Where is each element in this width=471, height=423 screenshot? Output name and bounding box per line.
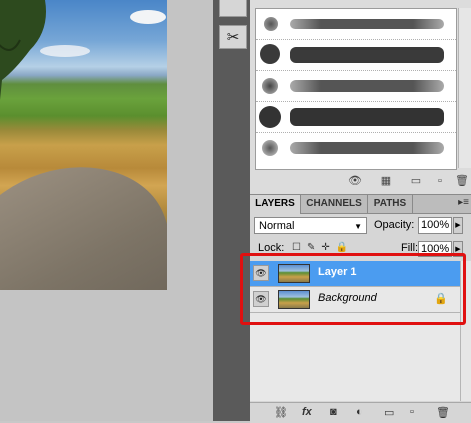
- new-layer-icon[interactable]: ▫: [410, 406, 414, 418]
- brush-preset[interactable]: [256, 71, 456, 102]
- opacity-field[interactable]: 100%: [418, 217, 452, 234]
- blend-mode-value: Normal: [259, 220, 295, 232]
- layer-row-background[interactable]: 👁 Background 🔒: [250, 287, 460, 313]
- opacity-label: Opacity:: [374, 219, 415, 231]
- adjustment-icon[interactable]: ◐: [356, 406, 363, 418]
- chevron-down-icon: ▼: [354, 222, 362, 231]
- brush-list-scrollbar[interactable]: [458, 8, 471, 168]
- lock-label: Lock:: [258, 242, 285, 254]
- eye-brush-icon[interactable]: 👁: [348, 175, 362, 187]
- layer-name: Background: [318, 292, 377, 304]
- brush-stroke: [290, 47, 444, 63]
- cloud: [130, 10, 166, 24]
- road: [0, 141, 167, 290]
- grid-icon[interactable]: ▦: [380, 175, 392, 187]
- brush-stroke: [290, 19, 444, 29]
- lock-icon: 🔒: [434, 293, 448, 305]
- brush-stroke: [290, 142, 444, 154]
- brush-tip: [262, 140, 278, 156]
- tool-button[interactable]: [219, 0, 247, 17]
- eye-icon[interactable]: 👁: [253, 291, 269, 307]
- tree: [0, 0, 46, 100]
- fill-label: Fill:: [401, 242, 419, 254]
- layer-name: Layer 1: [318, 266, 357, 278]
- brush-preset-list[interactable]: [255, 8, 457, 170]
- panel-menu-icon[interactable]: ▸≡: [458, 197, 469, 208]
- document-photo[interactable]: [0, 0, 167, 290]
- brush-tip: [262, 78, 278, 94]
- trash-icon[interactable]: 🗑: [455, 175, 469, 187]
- layer-row-layer-1[interactable]: 👁 Layer 1: [250, 261, 460, 287]
- brushes-footer: 👁 ▦ ▭ ▫ 🗑: [250, 172, 471, 192]
- new-icon[interactable]: ▫: [434, 175, 446, 187]
- lock-options-icons[interactable]: ☐✎✛🔒: [292, 242, 354, 253]
- brush-preset[interactable]: [256, 9, 456, 40]
- link-icon[interactable]: ⛓: [274, 406, 288, 419]
- tool-strip: [213, 0, 250, 421]
- layer-thumbnail: [278, 264, 310, 283]
- mask-icon[interactable]: ◙: [330, 406, 337, 418]
- layer-list-scrollbar[interactable]: [460, 261, 471, 401]
- tab-paths[interactable]: PATHS: [368, 195, 413, 213]
- brush-stroke: [290, 108, 444, 126]
- fill-field[interactable]: 100%: [418, 241, 452, 257]
- opacity-slider-button[interactable]: ▶: [453, 217, 463, 234]
- eye-icon[interactable]: 👁: [253, 265, 269, 281]
- blend-mode-select[interactable]: Normal ▼: [254, 217, 367, 234]
- brush-stroke: [290, 80, 444, 92]
- fx-icon[interactable]: fx: [302, 406, 312, 418]
- trash-icon[interactable]: 🗑: [436, 406, 450, 419]
- brush-preset[interactable]: [256, 133, 456, 163]
- tab-layers[interactable]: LAYERS: [250, 195, 301, 214]
- brush-preset[interactable]: [256, 102, 456, 133]
- folder-icon[interactable]: ▭: [384, 406, 394, 419]
- tab-channels[interactable]: CHANNELS: [301, 195, 368, 213]
- brush-tip: [260, 44, 280, 64]
- fill-slider-button[interactable]: ▶: [453, 241, 463, 257]
- brush-tip: [259, 106, 281, 128]
- layer-list: 👁 Layer 1 👁 Background 🔒: [250, 261, 460, 401]
- layers-footer: ⛓ fx ◙ ◐ ▭ ▫ 🗑: [250, 402, 471, 423]
- lock-row: Lock: ☐✎✛🔒 Fill: 100% ▶: [254, 241, 469, 257]
- layers-panel: LAYERS CHANNELS PATHS ▸≡ Normal ▼ Opacit…: [250, 194, 471, 423]
- frame-icon[interactable]: ▭: [410, 175, 422, 187]
- layer-thumbnail: [278, 290, 310, 309]
- scissors-brush-icon[interactable]: ✂: [219, 25, 247, 49]
- panel-tabs: LAYERS CHANNELS PATHS ▸≡: [250, 195, 471, 214]
- document-canvas-area: [0, 0, 213, 421]
- brush-preset[interactable]: [256, 40, 456, 71]
- brush-tip: [264, 17, 278, 31]
